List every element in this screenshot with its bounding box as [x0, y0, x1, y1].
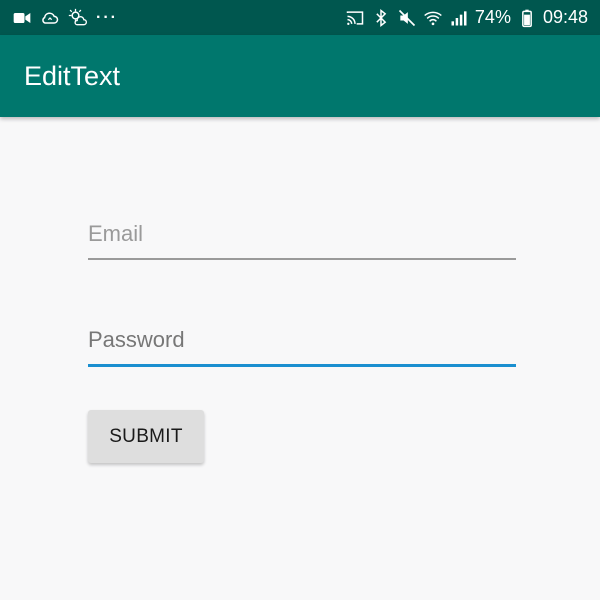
app-title: EditText [24, 60, 121, 91]
bluetooth-icon [371, 8, 391, 28]
status-bar-left: ··· [12, 8, 118, 28]
cloud-sync-icon [40, 8, 60, 28]
cast-icon [345, 8, 365, 28]
battery-percent: 74% [474, 7, 511, 27]
password-field[interactable] [88, 316, 516, 367]
password-input[interactable] [88, 316, 516, 364]
weather-icon [68, 8, 88, 28]
submit-button[interactable]: SUBMIT [88, 410, 204, 463]
mute-icon [397, 8, 417, 28]
status-bar: ··· 74% 09:48 [0, 0, 600, 35]
email-field[interactable] [88, 210, 516, 260]
more-dots-icon: ··· [96, 8, 118, 26]
battery-icon [517, 8, 537, 28]
app-bar: EditText [0, 35, 600, 117]
status-time: 09:48 [542, 7, 588, 27]
status-bar-right: 74% 09:48 [345, 7, 588, 28]
wifi-icon [423, 8, 443, 28]
email-input[interactable] [88, 210, 516, 258]
video-camera-icon [12, 8, 32, 28]
signal-icon [449, 8, 469, 28]
